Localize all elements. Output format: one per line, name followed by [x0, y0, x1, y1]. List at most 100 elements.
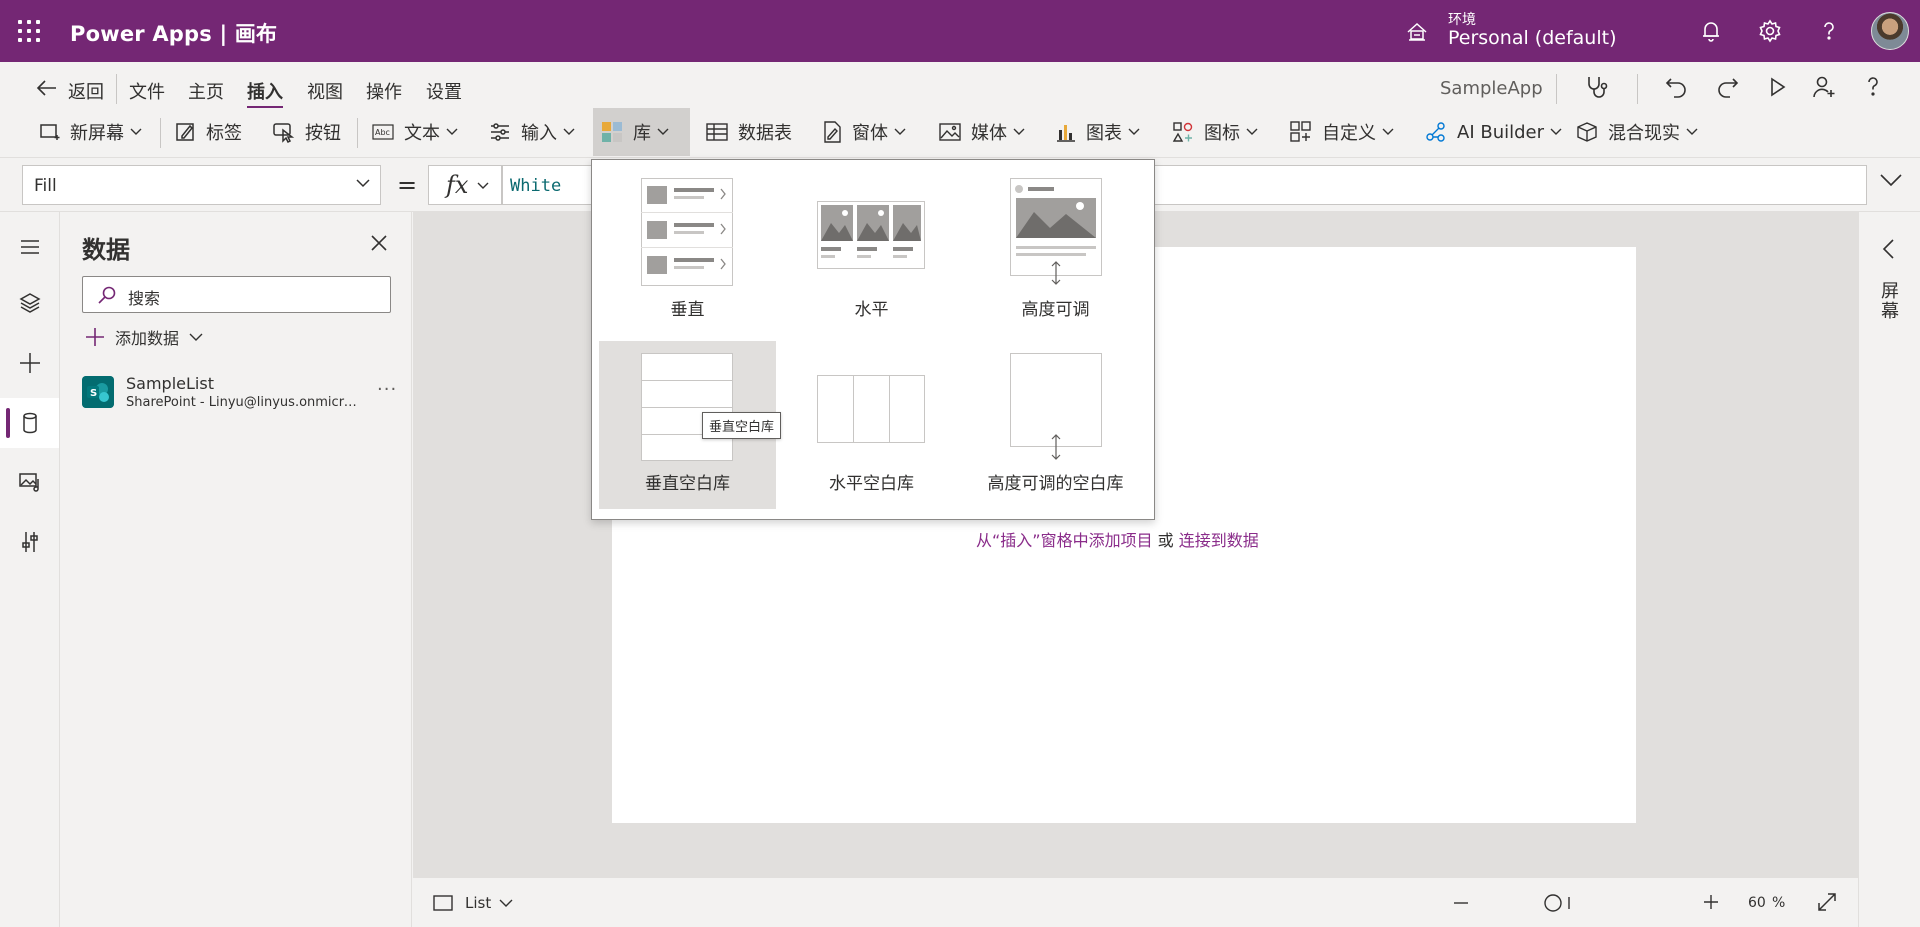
advanced-tools-icon[interactable] — [17, 529, 43, 555]
new-screen-label: 新屏幕 — [70, 123, 124, 144]
share-user-icon[interactable] — [1810, 73, 1838, 101]
menu-action[interactable]: 操作 — [366, 78, 402, 104]
redo-icon[interactable] — [1713, 73, 1741, 101]
help-question-icon[interactable] — [1816, 18, 1842, 44]
help-question-icon[interactable] — [1859, 73, 1887, 101]
properties-collapsed-panel: 屏幕 — [1858, 212, 1920, 927]
icons-shapes-icon — [1172, 122, 1193, 142]
chevron-down-icon — [1686, 128, 1698, 135]
gallery-button[interactable]: 库 — [593, 108, 690, 156]
menu-view[interactable]: 视图 — [307, 78, 343, 104]
add-data-button[interactable]: 添加数据 — [85, 325, 203, 349]
icons-button[interactable]: 图标 — [1164, 108, 1266, 156]
new-screen-button[interactable]: 新屏幕 — [32, 108, 150, 156]
data-source-item[interactable]: S SampleList SharePoint - Linyu@linyus.o… — [82, 371, 402, 423]
custom-label: 自定义 — [1322, 123, 1376, 144]
zoom-out-minus-icon[interactable] — [1453, 901, 1469, 905]
user-avatar[interactable] — [1871, 12, 1909, 50]
blank-vertical-gallery-thumbnail — [641, 353, 733, 461]
text-label: 文本 — [404, 123, 440, 144]
data-search-input[interactable]: 搜索 — [82, 276, 391, 313]
menu-separator — [1637, 74, 1638, 104]
chevron-down-icon — [1246, 128, 1258, 135]
label-button[interactable]: 标签 — [168, 108, 250, 156]
charts-button[interactable]: 图表 — [1048, 108, 1148, 156]
media-button[interactable]: 媒体 — [931, 108, 1033, 156]
blank-horizontal-gallery-thumbnail — [817, 375, 925, 443]
app-launcher-icon[interactable] — [18, 20, 40, 42]
property-dropdown[interactable]: Fill — [22, 165, 381, 205]
menu-file[interactable]: 文件 — [129, 78, 165, 104]
back-arrow-icon[interactable] — [36, 79, 58, 97]
menu-settings[interactable]: 设置 — [426, 78, 462, 104]
blank-flexible-height-gallery-thumbnail — [1010, 353, 1102, 460]
close-icon[interactable] — [370, 234, 388, 252]
function-button[interactable]: fx — [428, 165, 502, 205]
notifications-bell-icon[interactable] — [1698, 18, 1724, 44]
button-button[interactable]: 按钮 — [265, 108, 349, 156]
text-button[interactable]: Abc 文本 — [364, 108, 466, 156]
label-pencil-icon — [176, 123, 194, 141]
more-options-icon[interactable]: ··· — [377, 379, 397, 400]
input-label: 输入 — [521, 123, 557, 144]
mixed-reality-cube-icon — [1577, 122, 1597, 142]
command-menu-row: 返回 文件 主页 插入 视图 操作 设置 SampleApp — [0, 62, 1920, 109]
undo-icon[interactable] — [1663, 73, 1691, 101]
media-library-icon[interactable] — [17, 469, 43, 495]
gallery-option-blank-horizontal[interactable]: 水平空白库 — [783, 341, 960, 509]
hamburger-menu-icon[interactable] — [17, 234, 43, 260]
gallery-option-flexible-height[interactable]: 高度可调 — [967, 167, 1144, 335]
zoom-level[interactable]: 60 — [1748, 895, 1766, 911]
gallery-label: 库 — [633, 123, 651, 144]
gallery-dropdown-menu: 垂直 水平 高度可调 垂直空白库 水平空白库 高度可调的空白库 — [591, 159, 1155, 520]
media-image-icon — [939, 123, 961, 141]
search-icon — [98, 286, 116, 304]
data-table-icon — [706, 123, 728, 141]
custom-components-icon — [1290, 121, 1311, 142]
menu-insert[interactable]: 插入 — [247, 78, 283, 109]
forms-button[interactable]: 窗体 — [814, 108, 914, 156]
button-cursor-icon — [273, 123, 295, 143]
gallery-option-blank-flexible-height[interactable]: 高度可调的空白库 — [967, 341, 1144, 509]
svg-text:Abc: Abc — [375, 128, 390, 137]
screen-icon — [433, 895, 453, 911]
mixed-reality-button[interactable]: 混合现实 — [1568, 108, 1706, 156]
data-source-detail: SharePoint - Linyu@linyus.onmicrosoft.co… — [126, 395, 358, 410]
tree-view-layers-icon[interactable] — [17, 290, 43, 316]
settings-gear-icon[interactable] — [1757, 18, 1783, 44]
gallery-tooltip: 垂直空白库 — [702, 412, 782, 439]
data-cylinder-icon[interactable] — [17, 410, 43, 436]
chevron-down-icon — [563, 128, 575, 135]
input-button[interactable]: 输入 — [481, 108, 583, 156]
insert-ribbon: 新屏幕 标签 按钮 Abc 文本 输入 库 数据表 窗体 媒体 图表 图标 自定… — [0, 108, 1920, 158]
zoom-slider-thumb[interactable] — [1543, 891, 1573, 915]
new-screen-icon — [40, 124, 60, 140]
search-placeholder: 搜索 — [128, 289, 161, 308]
environment-name[interactable]: Personal (default) — [1448, 27, 1617, 49]
fit-to-window-expand-icon[interactable] — [1817, 892, 1837, 912]
custom-button[interactable]: 自定义 — [1282, 108, 1402, 156]
gallery-option-label: 高度可调 — [1021, 300, 1090, 320]
ai-builder-button[interactable]: AI Builder — [1417, 108, 1570, 156]
app-checker-stethoscope-icon[interactable] — [1583, 73, 1611, 101]
gallery-option-vertical[interactable]: 垂直 — [599, 167, 776, 335]
preview-play-icon[interactable] — [1763, 73, 1791, 101]
screen-selector[interactable]: List — [433, 894, 513, 912]
expand-formula-chevron-icon[interactable] — [1880, 173, 1902, 187]
gallery-option-label: 水平空白库 — [829, 474, 914, 494]
connect-to-data-link[interactable]: 连接到数据 — [1179, 531, 1259, 550]
zoom-in-plus-icon[interactable] — [1703, 894, 1719, 910]
screen-panel-label[interactable]: 屏幕 — [1879, 282, 1901, 322]
add-from-insert-link[interactable]: 从“插入”窗格中添加项目 — [976, 531, 1153, 550]
canvas-empty-hint: 从“插入”窗格中添加项目 或 连接到数据 — [976, 527, 1259, 551]
menu-home[interactable]: 主页 — [188, 78, 224, 104]
gallery-option-horizontal[interactable]: 水平 — [783, 167, 960, 335]
environment-icon[interactable] — [1405, 20, 1429, 44]
chevron-left-icon[interactable] — [1881, 238, 1895, 260]
insert-plus-icon[interactable] — [17, 350, 43, 376]
data-panel: 数据 搜索 添加数据 S SampleList SharePoint - Lin… — [61, 212, 412, 927]
add-plus-icon — [86, 328, 104, 346]
gallery-option-label: 垂直 — [670, 300, 705, 320]
back-button[interactable]: 返回 — [68, 78, 104, 104]
data-table-button[interactable]: 数据表 — [698, 108, 800, 156]
